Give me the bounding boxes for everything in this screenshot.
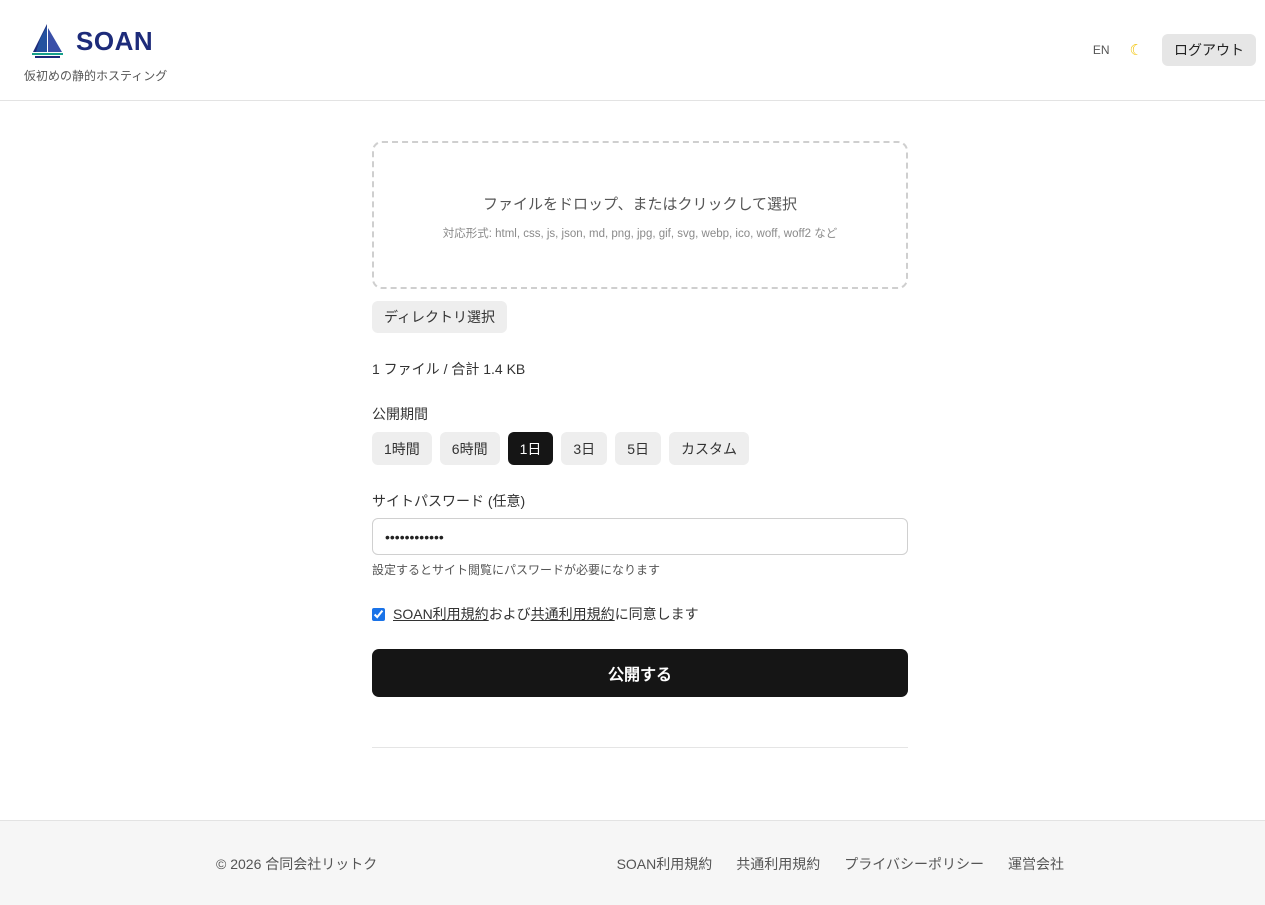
dropzone-formats: 対応形式: html, css, js, json, md, png, jpg,…: [442, 228, 838, 240]
agreement-connector: および: [488, 606, 531, 622]
period-option-5d[interactable]: 5日: [615, 432, 661, 465]
agreement-suffix: に同意します: [614, 606, 699, 622]
divider: [372, 747, 908, 748]
file-dropzone[interactable]: ファイルをドロップ、またはクリックして選択 対応形式: html, css, j…: [372, 141, 908, 289]
language-toggle[interactable]: EN: [1093, 43, 1110, 57]
period-option-6h[interactable]: 6時間: [439, 432, 500, 465]
period-option-custom[interactable]: カスタム: [668, 432, 749, 465]
dropzone-title: ファイルをドロップ、またはクリックして選択: [482, 196, 798, 213]
common-terms-link[interactable]: 共通利用規約: [531, 604, 615, 624]
terms-agreement: SOAN利用規約 および 共通利用規約 に同意します: [372, 604, 908, 624]
footer-link-company[interactable]: 運営会社: [1008, 854, 1064, 874]
moon-icon[interactable]: ☾: [1130, 41, 1143, 59]
tagline: 仮初めの静的ホスティング: [24, 69, 168, 83]
logo[interactable]: SOAN: [31, 23, 153, 59]
site-header: SOAN 仮初めの静的ホスティング EN ☾ ログアウト: [0, 0, 1265, 101]
footer-link-soan-terms[interactable]: SOAN利用規約: [617, 854, 713, 874]
period-label: 公開期間: [372, 406, 428, 422]
copyright: © 2026 合同会社リットク: [216, 856, 378, 872]
period-option-3d[interactable]: 3日: [561, 432, 608, 465]
directory-select-button[interactable]: ディレクトリ選択: [372, 301, 508, 333]
sailboat-logo-icon: [32, 24, 63, 58]
publish-button[interactable]: 公開する: [372, 649, 908, 697]
password-help: 設定するとサイト閲覧にパスワードが必要になります: [372, 563, 661, 577]
site-footer: © 2026 合同会社リットク SOAN利用規約 共通利用規約 プライバシーポリ…: [0, 820, 1265, 905]
file-summary: 1 ファイル / 合計 1.4 KB: [372, 361, 526, 377]
terms-checkbox[interactable]: [372, 607, 385, 621]
footer-link-common-terms[interactable]: 共通利用規約: [736, 854, 820, 874]
upload-form: ファイルをドロップ、またはクリックして選択 対応形式: html, css, j…: [372, 141, 908, 697]
logout-button[interactable]: ログアウト: [1162, 34, 1256, 66]
period-option-1h[interactable]: 1時間: [372, 432, 432, 465]
password-label: サイトパスワード (任意): [372, 493, 526, 509]
password-input[interactable]: [372, 518, 908, 555]
period-option-1d[interactable]: 1日: [507, 432, 554, 465]
brand-name: SOAN: [76, 25, 154, 56]
footer-link-privacy[interactable]: プライバシーポリシー: [844, 854, 984, 874]
header-actions: EN ☾ ログアウト: [1093, 34, 1256, 66]
period-options: 1時間 6時間 1日 3日 5日 カスタム: [372, 432, 908, 465]
footer-links: SOAN利用規約 共通利用規約 プライバシーポリシー 運営会社: [593, 854, 1064, 874]
soan-terms-link[interactable]: SOAN利用規約: [393, 604, 489, 624]
